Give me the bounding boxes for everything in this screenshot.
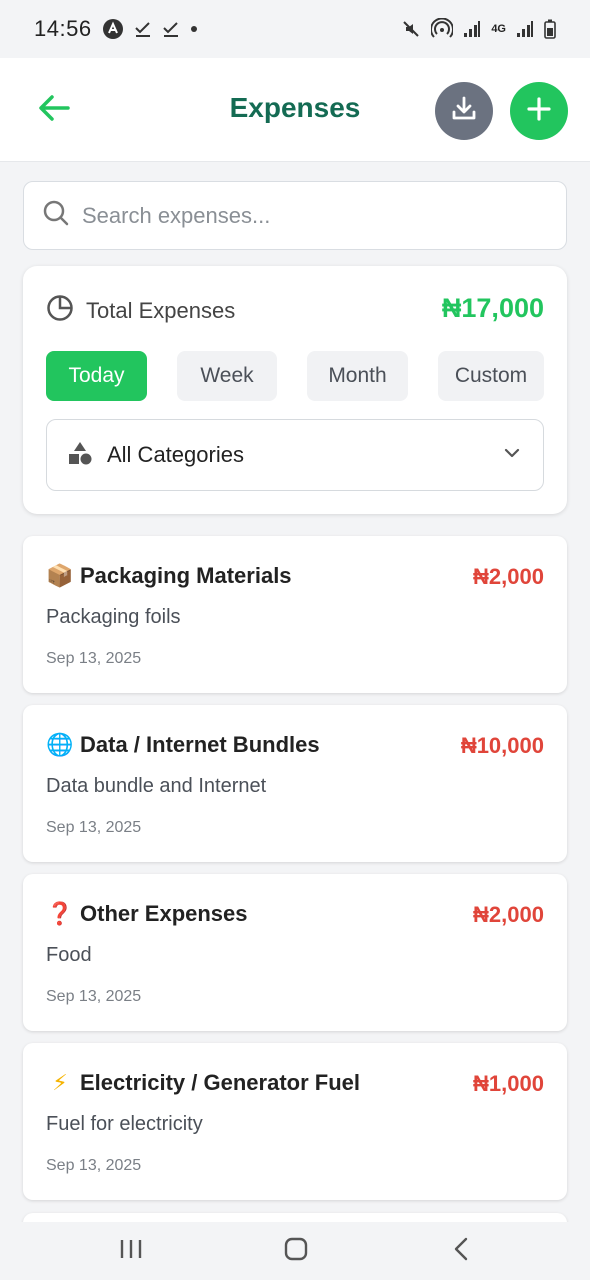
- expense-description: Fuel for electricity: [46, 1113, 203, 1135]
- search-box[interactable]: [23, 181, 567, 250]
- chevron-left-icon: [453, 1237, 469, 1266]
- expense-description: Food: [46, 944, 92, 966]
- check-icon: [162, 20, 180, 38]
- expense-description: Data bundle and Internet: [46, 775, 267, 797]
- pie-chart-icon: [46, 294, 74, 327]
- expense-category: Packaging Materials: [80, 563, 292, 588]
- mute-icon: [401, 19, 421, 39]
- recent-apps-button[interactable]: [111, 1234, 151, 1268]
- back-nav-button[interactable]: [441, 1234, 481, 1268]
- expense-amount: ₦2,000: [473, 564, 544, 589]
- signal-icon: [516, 20, 534, 38]
- tab-month[interactable]: Month: [307, 351, 408, 401]
- download-icon: [450, 95, 478, 128]
- expense-amount: ₦1,000: [473, 1071, 544, 1096]
- expense-description: Packaging foils: [46, 606, 181, 628]
- expense-title-row: ⚡ Electricity / Generator Fuel: [46, 1070, 360, 1096]
- expense-title-row: 📦 Packaging Materials: [46, 563, 292, 589]
- expense-amount: ₦10,000: [460, 733, 544, 758]
- total-expenses-amount: ₦17,000: [441, 293, 544, 323]
- home-button[interactable]: [276, 1234, 316, 1268]
- search-icon: [42, 199, 70, 232]
- summary-card: Total Expenses ₦17,000 Today Week Month …: [23, 266, 567, 514]
- expense-card[interactable]: ❓ Other Expenses ₦2,000 Food Sep 13, 202…: [23, 874, 567, 1031]
- expense-category: Other Expenses: [80, 901, 248, 926]
- status-time: 14:56: [34, 16, 92, 41]
- status-right-icons: 4G: [401, 18, 556, 40]
- check-icon: [134, 20, 152, 38]
- page-title: Expenses: [229, 92, 361, 123]
- expense-amount: ₦2,000: [473, 902, 544, 927]
- period-tabs: Today Week Month Custom: [46, 351, 544, 401]
- signal-icon: [463, 20, 481, 38]
- battery-icon: [544, 19, 556, 39]
- download-button[interactable]: [435, 82, 493, 140]
- plus-icon: [527, 96, 551, 126]
- category-select-value: All Categories: [107, 442, 244, 467]
- category-select[interactable]: All Categories: [46, 419, 544, 491]
- expense-card[interactable]: 🌐 Data / Internet Bundles ₦10,000 Data b…: [23, 705, 567, 862]
- tab-today[interactable]: Today: [46, 351, 147, 401]
- dot-icon: [190, 25, 198, 33]
- status-left-icons: [102, 18, 198, 40]
- expense-category: Electricity / Generator Fuel: [80, 1070, 360, 1095]
- expense-card[interactable]: 📦 Packaging Materials ₦2,000 Packaging f…: [23, 536, 567, 693]
- globe-icon: 🌐: [46, 732, 74, 757]
- expense-title-row: 🌐 Data / Internet Bundles: [46, 732, 320, 758]
- recent-apps-icon: [119, 1238, 143, 1265]
- add-expense-button[interactable]: [510, 82, 568, 140]
- chevron-down-icon: [503, 444, 521, 467]
- shapes-icon: [67, 440, 93, 471]
- app-header: Expenses: [0, 58, 590, 162]
- expense-card[interactable]: ⚡ Electricity / Generator Fuel ₦1,000 Fu…: [23, 1043, 567, 1200]
- expense-title-row: ❓ Other Expenses: [46, 901, 248, 927]
- total-expenses-label: Total Expenses: [86, 297, 236, 323]
- lightning-icon: ⚡: [52, 1070, 68, 1095]
- expense-date: Sep 13, 2025: [46, 819, 142, 836]
- status-bar: 14:56 4G: [0, 0, 590, 58]
- summary-label-wrap: Total Expenses: [46, 294, 235, 327]
- expense-date: Sep 13, 2025: [46, 988, 142, 1005]
- package-icon: 📦: [46, 563, 74, 588]
- expense-category: Data / Internet Bundles: [80, 732, 320, 757]
- app-notification-icon: [102, 18, 124, 40]
- expense-date: Sep 13, 2025: [46, 1157, 142, 1174]
- system-nav-bar: [0, 1222, 590, 1280]
- tab-week[interactable]: Week: [177, 351, 277, 401]
- hotspot-icon: [431, 18, 454, 40]
- tab-custom[interactable]: Custom: [438, 351, 544, 401]
- 4g-icon: 4G: [491, 23, 506, 35]
- expense-date: Sep 13, 2025: [46, 650, 142, 667]
- search-input[interactable]: [82, 202, 522, 229]
- home-icon: [284, 1237, 308, 1266]
- question-mark-icon: ❓: [46, 901, 74, 926]
